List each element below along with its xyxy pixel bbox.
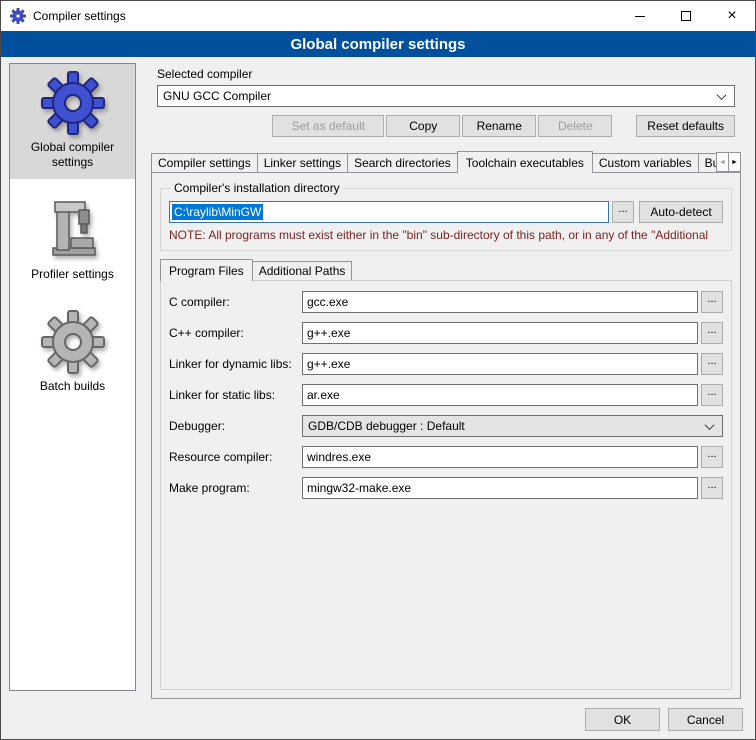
- tab-search-directories[interactable]: Search directories: [347, 153, 458, 172]
- settings-category-list: Global compiler settings Profiler settin…: [9, 63, 136, 691]
- app-icon: [10, 8, 26, 24]
- compiler-settings-window: Compiler settings × Global compiler sett…: [0, 0, 756, 740]
- subtab-label: Additional Paths: [259, 264, 346, 278]
- browse-c-compiler-button[interactable]: ...: [701, 291, 723, 313]
- minimize-button[interactable]: [617, 1, 663, 31]
- rename-button[interactable]: Rename: [462, 115, 536, 137]
- maximize-button[interactable]: [663, 1, 709, 31]
- installation-directory-input[interactable]: C:\raylib\MinGW: [169, 201, 609, 223]
- dialog-header: Global compiler settings: [1, 31, 755, 57]
- toolchain-executables-panel: Compiler's installation directory C:\ray…: [151, 172, 741, 699]
- tab-scroll-right-button[interactable]: ►: [728, 152, 741, 172]
- sidebar-item-label: Global compiler settings: [14, 140, 131, 170]
- ok-button[interactable]: OK: [585, 708, 660, 731]
- sidebar-item-profiler-settings[interactable]: Profiler settings: [10, 191, 135, 291]
- installation-directory-group-title: Compiler's installation directory: [171, 181, 343, 195]
- cpp-compiler-label: C++ compiler:: [169, 326, 302, 340]
- chevron-down-icon: [717, 90, 727, 100]
- titlebar: Compiler settings ×: [1, 1, 755, 31]
- selected-compiler-section: Selected compiler GNU GCC Compiler Set a…: [151, 63, 741, 137]
- browse-dynamic-linker-button[interactable]: ...: [701, 353, 723, 375]
- subtab-label: Program Files: [169, 264, 244, 278]
- make-program-input[interactable]: [302, 477, 698, 499]
- delete-button[interactable]: Delete: [538, 115, 612, 137]
- tab-custom-variables[interactable]: Custom variables: [592, 153, 699, 172]
- selected-compiler-label: Selected compiler: [157, 67, 735, 81]
- profiler-settings-icon: [41, 198, 105, 262]
- program-tabs: Program Files Additional Paths: [160, 259, 732, 281]
- browse-installation-directory-button[interactable]: ...: [612, 201, 634, 223]
- note-text: NOTE: All programs must exist either in …: [169, 228, 723, 242]
- tab-toolchain-executables[interactable]: Toolchain executables: [457, 151, 593, 173]
- tab-label: Search directories: [354, 156, 451, 170]
- window-controls: ×: [617, 1, 755, 31]
- installation-directory-row: C:\raylib\MinGW ... Auto-detect: [169, 201, 723, 223]
- subtab-additional-paths[interactable]: Additional Paths: [252, 261, 353, 280]
- form-row: Linker for static libs: ...: [169, 384, 723, 406]
- maximize-icon: [681, 11, 691, 21]
- browse-cpp-compiler-button[interactable]: ...: [701, 322, 723, 344]
- minimize-icon: [635, 16, 645, 17]
- debugger-select-value: GDB/CDB debugger : Default: [308, 419, 465, 433]
- debugger-label: Debugger:: [169, 419, 302, 433]
- resource-compiler-label: Resource compiler:: [169, 450, 302, 464]
- debugger-select[interactable]: GDB/CDB debugger : Default: [302, 415, 723, 437]
- program-files-panel: C compiler: ... C++ compiler: ... Linker…: [160, 280, 732, 690]
- installation-directory-value: C:\raylib\MinGW: [172, 204, 263, 220]
- compiler-select[interactable]: GNU GCC Compiler: [157, 85, 735, 107]
- batch-builds-icon: [41, 310, 105, 374]
- set-as-default-button[interactable]: Set as default: [272, 115, 384, 137]
- browse-resource-compiler-button[interactable]: ...: [701, 446, 723, 468]
- window-title: Compiler settings: [33, 9, 126, 23]
- browse-static-linker-button[interactable]: ...: [701, 384, 723, 406]
- tab-label: Custom variables: [599, 156, 692, 170]
- copy-button[interactable]: Copy: [386, 115, 460, 137]
- sidebar-item-batch-builds[interactable]: Batch builds: [10, 303, 135, 403]
- dialog-footer: OK Cancel: [585, 708, 743, 731]
- close-button[interactable]: ×: [709, 1, 755, 31]
- static-linker-label: Linker for static libs:: [169, 388, 302, 402]
- sidebar-item-label: Batch builds: [40, 379, 105, 394]
- reset-defaults-button[interactable]: Reset defaults: [636, 115, 735, 137]
- cancel-button[interactable]: Cancel: [668, 708, 743, 731]
- tab-linker-settings[interactable]: Linker settings: [257, 153, 348, 172]
- cpp-compiler-input[interactable]: [302, 322, 698, 344]
- chevron-down-icon: [705, 420, 715, 430]
- tab-compiler-settings[interactable]: Compiler settings: [151, 153, 258, 172]
- form-row: Resource compiler: ...: [169, 446, 723, 468]
- installation-directory-group: Compiler's installation directory C:\ray…: [160, 181, 732, 251]
- main-content: Selected compiler GNU GCC Compiler Set a…: [151, 63, 741, 699]
- c-compiler-input[interactable]: [302, 291, 698, 313]
- scroll-right-icon: ►: [731, 159, 738, 166]
- close-icon: ×: [727, 8, 736, 24]
- c-compiler-label: C compiler:: [169, 295, 302, 309]
- form-row: Linker for dynamic libs: ...: [169, 353, 723, 375]
- tab-label: Linker settings: [264, 156, 341, 170]
- compiler-select-value: GNU GCC Compiler: [163, 89, 271, 103]
- tab-scroll-arrows: ◄ ►: [717, 152, 741, 172]
- tab-label: Toolchain executables: [466, 156, 584, 170]
- global-compiler-settings-icon: [41, 71, 105, 135]
- form-row: Debugger: GDB/CDB debugger : Default: [169, 415, 723, 437]
- dynamic-linker-input[interactable]: [302, 353, 698, 375]
- make-program-label: Make program:: [169, 481, 302, 495]
- scroll-left-icon: ◄: [719, 159, 726, 166]
- dynamic-linker-label: Linker for dynamic libs:: [169, 357, 302, 371]
- form-row: C compiler: ...: [169, 291, 723, 313]
- sidebar-item-global-compiler-settings[interactable]: Global compiler settings: [10, 64, 135, 179]
- auto-detect-button[interactable]: Auto-detect: [639, 201, 723, 223]
- tab-label: Compiler settings: [158, 156, 251, 170]
- sidebar-item-label: Profiler settings: [31, 267, 114, 282]
- compiler-actions: Set as default Copy Rename Delete Reset …: [157, 115, 735, 137]
- browse-make-program-button[interactable]: ...: [701, 477, 723, 499]
- form-row: Make program: ...: [169, 477, 723, 499]
- resource-compiler-input[interactable]: [302, 446, 698, 468]
- settings-tabs: Compiler settings Linker settings Search…: [151, 151, 741, 173]
- subtab-program-files[interactable]: Program Files: [160, 259, 253, 281]
- form-row: C++ compiler: ...: [169, 322, 723, 344]
- static-linker-input[interactable]: [302, 384, 698, 406]
